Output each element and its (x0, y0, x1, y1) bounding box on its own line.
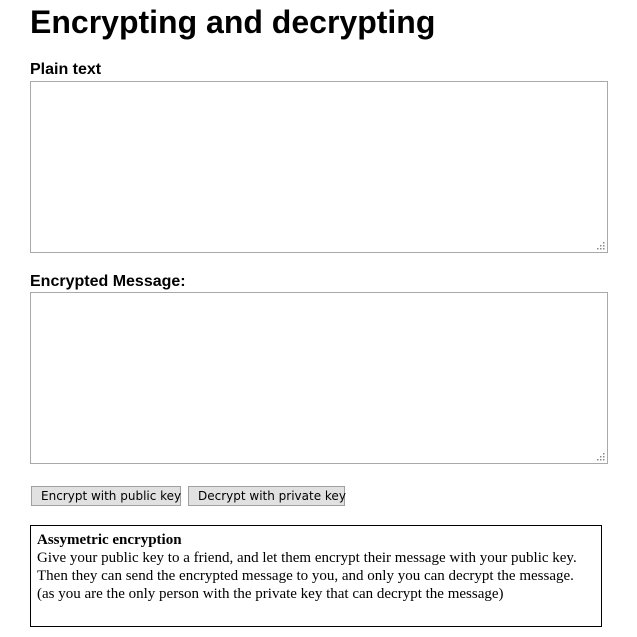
page-title: Encrypting and decrypting (30, 4, 436, 40)
plain-text-field-container (30, 81, 608, 253)
encrypted-message-field-container (30, 292, 608, 464)
encrypted-message-field[interactable] (31, 293, 607, 463)
decrypt-button[interactable]: Decrypt with private key (188, 486, 346, 506)
info-text: Give your public key to a friend, and le… (37, 550, 577, 602)
encrypt-button[interactable]: Encrypt with public key (31, 486, 181, 506)
info-box: Assymetric encryption Give your public k… (30, 525, 602, 627)
plain-text-label: Plain text (30, 61, 102, 78)
encrypted-message-label: Encrypted Message: (30, 273, 186, 290)
plain-text-field[interactable] (31, 82, 607, 252)
info-title: Assymetric encryption (37, 532, 182, 548)
